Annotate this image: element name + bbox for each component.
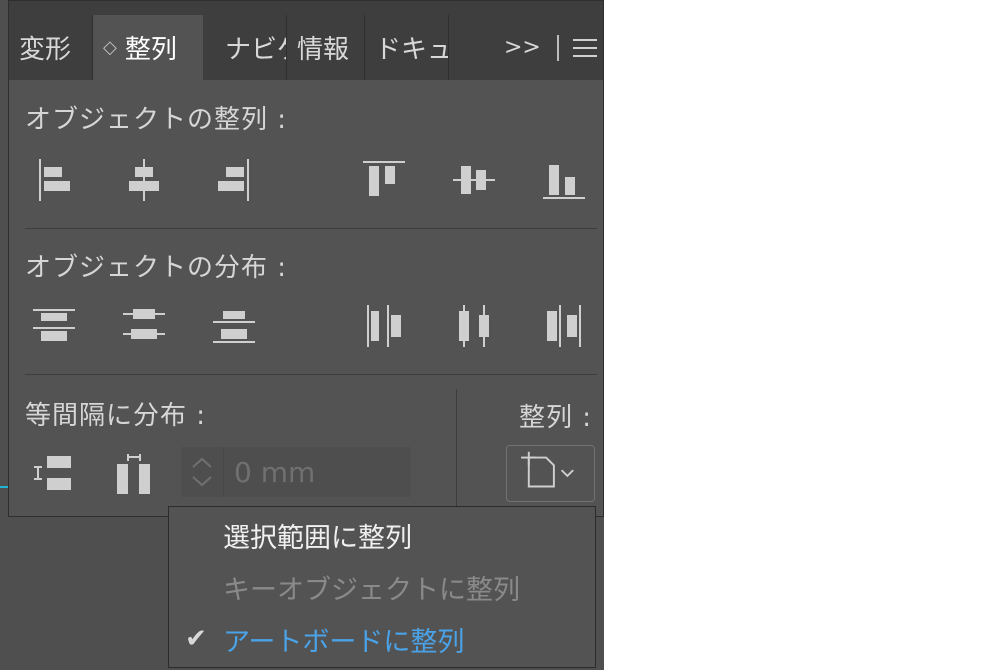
spacing-value-stepper[interactable]: 0 mm	[181, 447, 411, 497]
spacing-value: 0 mm	[234, 455, 316, 489]
updown-arrows-icon: ◇	[103, 37, 117, 58]
align-panel: 変形 ◇ 整列 ナビゲ 情報 ドキュ >> オブジェクトの整列 :	[8, 0, 604, 517]
menu-item-align-to-artboard[interactable]: ✔ アートボードに整列	[169, 613, 595, 665]
menu-item-label: キーオブジェクトに整列	[223, 574, 520, 606]
align-horizontal-center-icon[interactable]	[121, 157, 167, 203]
tab-overflow-button[interactable]: >>	[504, 35, 541, 60]
distribute-top-icon[interactable]	[31, 303, 77, 349]
tab-label: ドキュ	[375, 35, 449, 65]
menu-item-label: 選択範囲に整列	[223, 522, 412, 554]
align-top-icon[interactable]	[361, 157, 407, 203]
align-objects-title: オブジェクトの整列 :	[25, 105, 288, 135]
tab-document[interactable]: ドキュ	[365, 15, 449, 80]
chevron-down-icon	[560, 469, 574, 478]
tab-separator	[556, 34, 559, 61]
tab-label: 情報	[297, 35, 350, 65]
distribute-bottom-icon[interactable]	[211, 303, 257, 349]
checkmark-icon: ✔	[185, 624, 207, 654]
menu-item-align-to-selection[interactable]: 選択範囲に整列	[169, 509, 595, 561]
section-divider	[25, 228, 597, 229]
menu-item-align-to-key-object[interactable]: キーオブジェクトに整列	[169, 561, 595, 613]
distribute-right-icon[interactable]	[541, 303, 587, 349]
tab-transform[interactable]: 変形	[9, 15, 93, 80]
panel-menu-icon[interactable]	[572, 38, 597, 57]
align-right-icon[interactable]	[211, 157, 257, 203]
align-to-title: 整列 :	[519, 403, 593, 433]
tab-label: 変形	[19, 35, 72, 65]
panel-tab-bar: 変形 ◇ 整列 ナビゲ 情報 ドキュ >>	[9, 1, 603, 80]
align-vertical-center-icon[interactable]	[451, 157, 497, 203]
section-divider	[25, 374, 597, 375]
horizontal-distribute-space-icon[interactable]	[113, 452, 159, 498]
artboard-icon	[521, 451, 555, 488]
vertical-distribute-space-icon[interactable]	[31, 452, 77, 498]
distribute-spacing-title: 等間隔に分布 :	[25, 401, 207, 431]
tab-align[interactable]: ◇ 整列	[93, 15, 203, 80]
distribute-horizontal-center-icon[interactable]	[451, 303, 497, 349]
align-left-icon[interactable]	[31, 157, 77, 203]
align-bottom-icon[interactable]	[541, 157, 587, 203]
tab-label: 整列	[124, 35, 177, 65]
stepper-arrows[interactable]	[181, 447, 224, 497]
tab-overflow-area: >>	[504, 15, 597, 80]
distribute-objects-title: オブジェクトの分布 :	[25, 253, 288, 283]
canvas-guide-mark	[0, 486, 8, 488]
distribute-vertical-center-icon[interactable]	[121, 303, 167, 349]
menu-item-label: アートボードに整列	[223, 626, 465, 658]
tab-navigator[interactable]: ナビゲ	[215, 15, 287, 80]
tab-label: ナビゲ	[225, 35, 286, 65]
align-to-dropdown-button[interactable]	[506, 445, 595, 502]
section-vertical-divider	[456, 389, 457, 507]
tab-info[interactable]: 情報	[287, 15, 365, 80]
distribute-left-icon[interactable]	[361, 303, 407, 349]
align-to-menu: 選択範囲に整列 キーオブジェクトに整列 ✔ アートボードに整列	[168, 506, 596, 668]
